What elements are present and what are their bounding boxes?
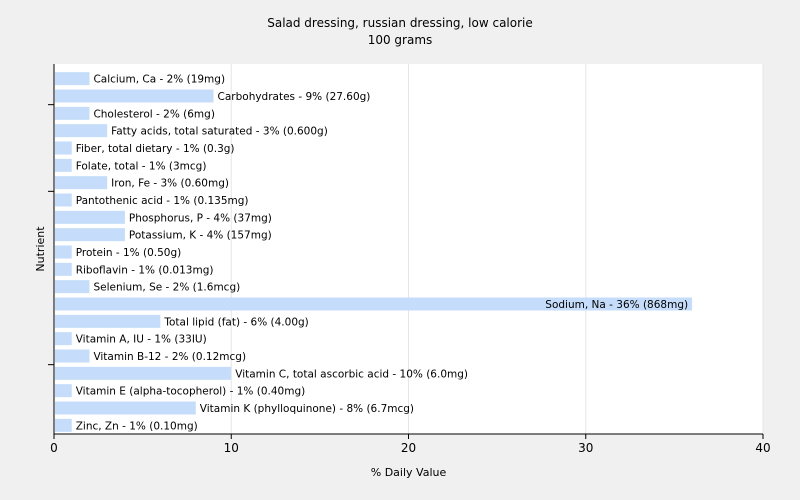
x-tick-label: 10	[224, 441, 239, 455]
bar	[55, 193, 72, 207]
bar	[55, 141, 72, 155]
bar	[55, 418, 72, 432]
bar	[55, 210, 125, 224]
bar	[55, 401, 196, 415]
y-axis-title: Nutrient	[34, 226, 47, 272]
bar-label: Sodium, Na - 36% (868mg)	[545, 299, 688, 311]
bar-label: Phosphorus, P - 4% (37mg)	[129, 212, 272, 224]
bar-label: Calcium, Ca - 2% (19mg)	[93, 74, 225, 86]
bar	[55, 332, 72, 346]
bar-label: Vitamin E (alpha-tocopherol) - 1% (0.40m…	[76, 386, 306, 398]
x-tick-label: 40	[755, 441, 770, 455]
bar-label: Zinc, Zn - 1% (0.10mg)	[76, 420, 198, 432]
bar-label: Protein - 1% (0.50g)	[76, 247, 182, 259]
x-tick-label: 0	[50, 441, 58, 455]
bar-label: Folate, total - 1% (3mcg)	[76, 160, 207, 172]
bar-label: Fiber, total dietary - 1% (0.3g)	[76, 143, 235, 155]
bar-label: Riboflavin - 1% (0.013mg)	[76, 264, 214, 276]
bar-label: Vitamin B-12 - 2% (0.12mcg)	[93, 351, 246, 363]
bar	[55, 280, 90, 294]
x-tick-label: 20	[401, 441, 416, 455]
bar-label: Iron, Fe - 3% (0.60mg)	[111, 178, 229, 190]
bar	[55, 314, 161, 328]
bar	[55, 262, 72, 276]
bar-chart: Calcium, Ca - 2% (19mg) Carbohydrates - 9…	[0, 0, 800, 500]
bar	[55, 176, 108, 190]
bar	[55, 366, 232, 380]
bar-label: Total lipid (fat) - 6% (4.00g)	[163, 316, 308, 328]
bar-label: Potassium, K - 4% (157mg)	[129, 230, 272, 242]
chart-title: Salad dressing, russian dressing, low ca…	[267, 16, 533, 30]
bar	[55, 106, 90, 120]
bar-label: Vitamin K (phylloquinone) - 8% (6.7mcg)	[200, 403, 414, 415]
bar-label: Cholesterol - 2% (6mg)	[93, 108, 215, 120]
bar-label: Pantothenic acid - 1% (0.135mg)	[76, 195, 249, 207]
bar	[55, 245, 72, 259]
chart-subtitle: 100 grams	[368, 33, 433, 47]
bar	[55, 124, 108, 138]
bar	[55, 384, 72, 398]
bar	[55, 72, 90, 86]
bar-label: Selenium, Se - 2% (1.6mcg)	[93, 282, 240, 294]
bar-label: Vitamin C, total ascorbic acid - 10% (6.…	[235, 368, 468, 380]
bar-label: Fatty acids, total saturated - 3% (0.600…	[111, 126, 328, 138]
bar	[55, 228, 125, 242]
bar	[55, 158, 72, 172]
x-tick-label: 30	[578, 441, 593, 455]
chart-container: Calcium, Ca - 2% (19mg) Carbohydrates - 9…	[0, 0, 800, 500]
bar-label: Vitamin A, IU - 1% (33IU)	[76, 334, 207, 346]
bar	[55, 89, 214, 103]
bar	[55, 349, 90, 363]
x-axis-title: % Daily Value	[371, 466, 447, 479]
bar-label: Carbohydrates - 9% (27.60g)	[218, 91, 371, 103]
